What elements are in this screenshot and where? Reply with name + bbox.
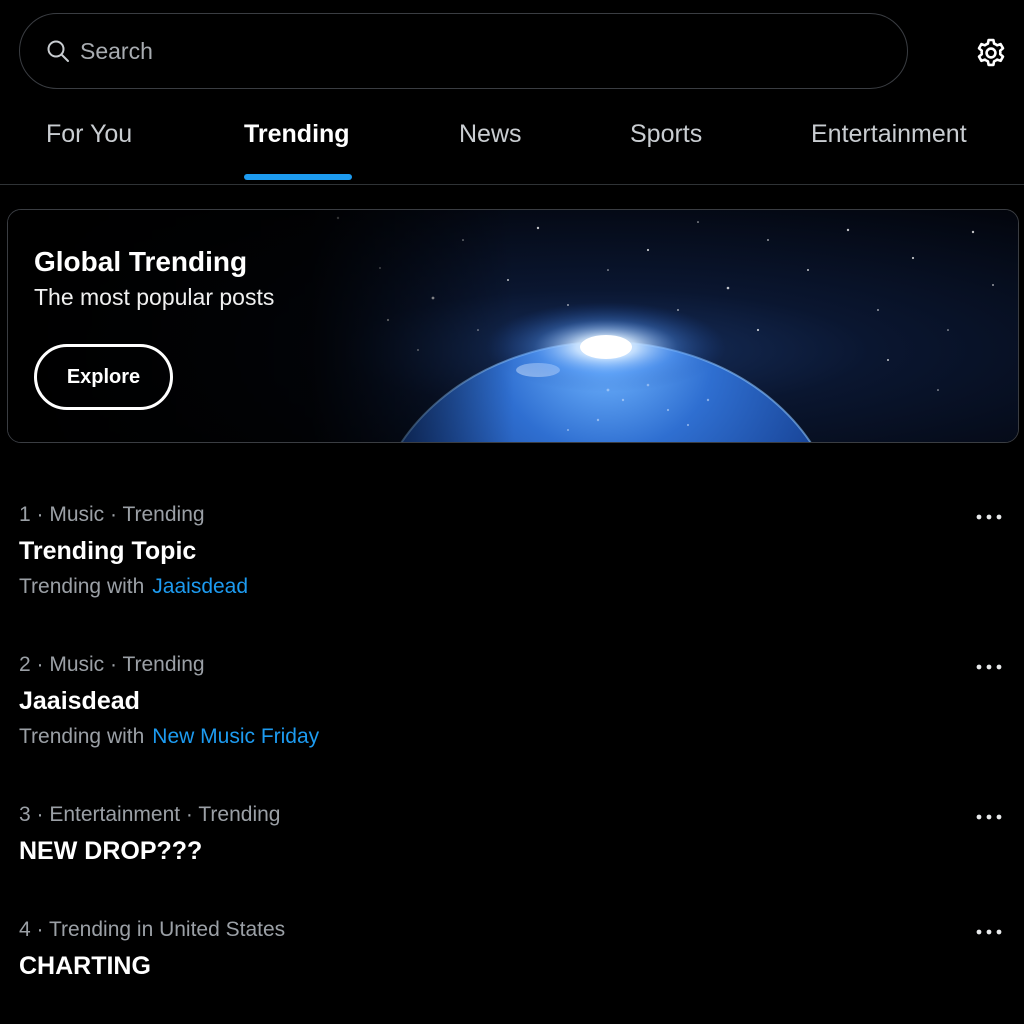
earth-from-space-image (8, 210, 1018, 442)
more-icon (976, 807, 1002, 825)
trend-item-1[interactable]: 1 · Music · Trending Trending Topic Tren… (0, 503, 1024, 613)
tab-news[interactable]: News (459, 120, 522, 149)
gear-icon (975, 37, 1007, 74)
more-options-button[interactable] (972, 918, 1006, 944)
trend-context-prefix: Trending with (19, 725, 145, 748)
global-trending-banner[interactable]: Global Trending The most popular posts E… (7, 209, 1019, 443)
more-options-button[interactable] (972, 653, 1006, 679)
tab-bar: For You Trending News Sports Entertainme… (0, 98, 1024, 185)
search-icon (46, 39, 70, 63)
tab-trending[interactable]: Trending (244, 120, 350, 149)
tab-for-you[interactable]: For You (46, 120, 132, 149)
settings-button[interactable] (972, 36, 1010, 74)
trend-title: Trending Topic (19, 537, 197, 565)
trend-item-4[interactable]: 4 · Trending in United States CHARTING (0, 918, 1024, 998)
trend-title: CHARTING (19, 952, 151, 980)
trend-context-prefix: Trending with (19, 575, 145, 598)
search-input[interactable] (80, 37, 860, 65)
tab-entertainment[interactable]: Entertainment (811, 120, 967, 149)
more-icon (976, 657, 1002, 675)
active-tab-indicator (244, 174, 352, 180)
trend-item-2[interactable]: 2 · Music · Trending Jaaisdead Trending … (0, 653, 1024, 763)
more-icon (976, 922, 1002, 940)
trend-context: Trending with New Music Friday (19, 725, 319, 749)
more-options-button[interactable] (972, 503, 1006, 529)
trend-context: Trending with Jaaisdead (19, 575, 248, 599)
search-bar[interactable] (19, 13, 908, 89)
more-options-button[interactable] (972, 803, 1006, 829)
trend-context-link[interactable]: New Music Friday (152, 725, 319, 748)
trend-title: NEW DROP??? (19, 837, 203, 865)
banner-title: Global Trending (34, 246, 248, 277)
trend-meta: 2 · Music · Trending (19, 653, 205, 676)
trend-title: Jaaisdead (19, 687, 140, 715)
trend-meta: 1 · Music · Trending (19, 503, 205, 526)
tab-sports[interactable]: Sports (630, 120, 702, 149)
explore-button[interactable]: Explore (34, 344, 173, 410)
trend-meta: 3 · Entertainment · Trending (19, 803, 281, 826)
banner-subtitle: The most popular posts (34, 284, 275, 310)
more-icon (976, 507, 1002, 525)
explore-screen: For You Trending News Sports Entertainme… (0, 0, 1024, 1024)
trend-meta: 4 · Trending in United States (19, 918, 286, 941)
trend-context-link[interactable]: Jaaisdead (152, 575, 248, 598)
trend-item-3[interactable]: 3 · Entertainment · Trending NEW DROP??? (0, 803, 1024, 883)
